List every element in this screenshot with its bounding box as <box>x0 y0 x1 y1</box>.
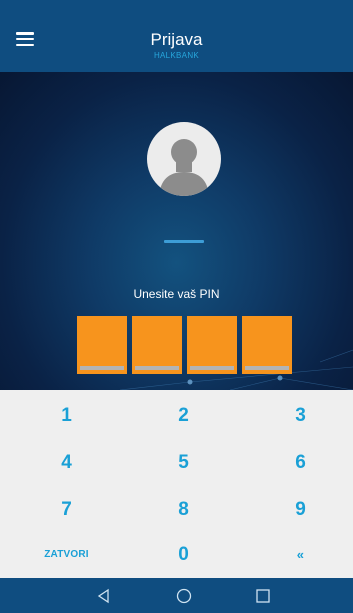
backspace-button[interactable]: « <box>242 531 353 578</box>
numeric-keypad: 1 2 3 4 5 6 7 8 9 ZATVORI 0 « <box>0 390 353 578</box>
page-title: Prijava <box>150 30 203 49</box>
pin-digit-box[interactable] <box>77 316 127 374</box>
home-icon[interactable] <box>175 587 193 605</box>
key-2[interactable]: 2 <box>125 392 242 439</box>
key-5[interactable]: 5 <box>125 439 242 486</box>
recents-icon[interactable] <box>254 587 272 605</box>
key-4[interactable]: 4 <box>8 439 125 486</box>
pin-digit-box[interactable] <box>132 316 182 374</box>
user-avatar-icon <box>147 122 221 196</box>
pin-digit-box[interactable] <box>242 316 292 374</box>
key-6[interactable]: 6 <box>242 439 353 486</box>
pin-prompt: Unesite vaš PIN <box>133 287 220 301</box>
key-0[interactable]: 0 <box>125 531 242 578</box>
back-icon[interactable] <box>95 587 113 605</box>
key-7[interactable]: 7 <box>8 486 125 533</box>
key-1[interactable]: 1 <box>8 392 125 439</box>
brand-subtitle: HALKBANK <box>153 51 200 60</box>
key-8[interactable]: 8 <box>125 486 242 533</box>
login-panel: Unesite vaš PIN <box>0 72 353 390</box>
pin-indicator <box>164 240 204 243</box>
key-9[interactable]: 9 <box>242 486 353 533</box>
app-header: Prijava HALKBANK <box>0 0 353 72</box>
pin-digit-box[interactable] <box>187 316 237 374</box>
key-3[interactable]: 3 <box>242 392 353 439</box>
system-navigation-bar <box>0 578 353 613</box>
close-button[interactable]: ZATVORI <box>8 531 125 578</box>
